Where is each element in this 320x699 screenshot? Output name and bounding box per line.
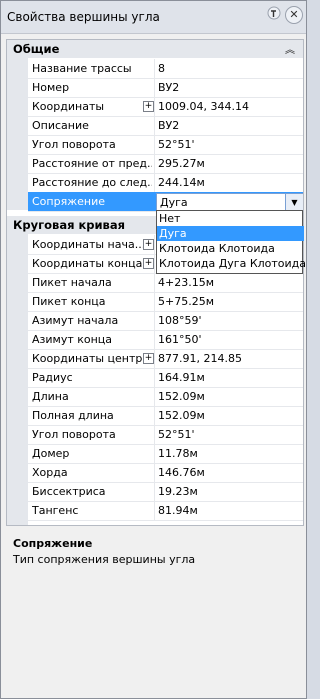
prop-value: 5+75.25м <box>158 295 215 308</box>
junction-dropdown-list: Нет Дуга Клотоида Клотоида Клотоида Дуга… <box>156 210 306 274</box>
prop-name: Хорда <box>32 466 68 479</box>
properties-panel: Свойства вершины угла ✕ Общие ︽ Название… <box>0 0 307 699</box>
prop-name: Радиус <box>32 371 73 384</box>
prop-name: Расстояние до след... <box>32 176 152 189</box>
prop-name: Координаты нача... <box>32 238 146 251</box>
dropdown-option-arc[interactable]: Дуга <box>157 226 304 241</box>
prop-value: 11.78м <box>158 447 198 460</box>
prop-value: 1009.04, 344.14 <box>158 100 249 113</box>
expand-plus-icon[interactable]: + <box>143 239 154 250</box>
dropdown-arrow-icon[interactable]: ▼ <box>285 194 303 211</box>
prop-name: Тангенс <box>32 504 79 517</box>
prop-row-turn-angle[interactable]: Угол поворота 52°51' <box>28 135 303 155</box>
prop-row-domer[interactable]: Домер 11.78м <box>28 444 303 464</box>
prop-name: Домер <box>32 447 70 460</box>
prop-value: 877.91, 214.85 <box>158 352 242 365</box>
prop-name: Азимут начала <box>32 314 119 327</box>
prop-name: Сопряжение <box>32 195 105 208</box>
dropdown-option-clothoid-arc-clothoid[interactable]: Клотоида Дуга Клотоида <box>157 256 306 271</box>
prop-value: 52°51' <box>158 138 195 151</box>
pin-icon[interactable] <box>267 6 281 20</box>
prop-row-dist-next[interactable]: Расстояние до след... 244.14м <box>28 173 303 193</box>
prop-name: Пикет начала <box>32 276 112 289</box>
prop-row-radius[interactable]: Радиус 164.91м <box>28 368 303 388</box>
prop-name: Угол поворота <box>32 428 116 441</box>
prop-row-end-station[interactable]: Пикет конца 5+75.25м <box>28 292 303 312</box>
prop-value: 108°59' <box>158 314 202 327</box>
junction-select-value: Дуга <box>160 196 188 209</box>
prop-value: 146.76м <box>158 466 205 479</box>
prop-value: ВУ2 <box>158 119 180 132</box>
prop-row-bisector[interactable]: Биссектриса 19.23м <box>28 482 303 502</box>
description-title: Сопряжение <box>13 537 93 550</box>
prop-row-number[interactable]: Номер ВУ2 <box>28 78 303 98</box>
prop-row-description[interactable]: Описание ВУ2 <box>28 116 303 136</box>
prop-value: ВУ2 <box>158 81 180 94</box>
description-text: Тип сопряжения вершины угла <box>13 553 196 566</box>
prop-row-route-name[interactable]: Название трассы 8 <box>28 59 303 79</box>
prop-value: 152.09м <box>158 390 205 403</box>
prop-row-junction[interactable]: Сопряжение Дуга ▼ <box>28 192 303 212</box>
category-curve-label: Круговая кривая <box>13 218 125 232</box>
prop-row-tangent[interactable]: Тангенс 81.94м <box>28 501 303 521</box>
prop-name: Описание <box>32 119 89 132</box>
prop-row-length[interactable]: Длина 152.09м <box>28 387 303 407</box>
category-general-label: Общие <box>13 42 60 56</box>
prop-value: 19.23м <box>158 485 198 498</box>
prop-row-start-station[interactable]: Пикет начала 4+23.15м <box>28 273 303 293</box>
prop-value: 81.94м <box>158 504 198 517</box>
prop-row-full-length[interactable]: Полная длина 152.09м <box>28 406 303 426</box>
prop-row-curve-turn-angle[interactable]: Угол поворота 52°51' <box>28 425 303 445</box>
curve-gutter <box>7 234 28 525</box>
prop-row-end-azimuth[interactable]: Азимут конца 161°50' <box>28 330 303 350</box>
prop-value: 8 <box>158 62 165 75</box>
prop-name: Координаты центра <box>32 352 150 365</box>
prop-value: 152.09м <box>158 409 205 422</box>
prop-row-chord[interactable]: Хорда 146.76м <box>28 463 303 483</box>
prop-row-dist-prev[interactable]: Расстояние от пред... 295.27м <box>28 154 303 174</box>
collapse-chevron-icon[interactable]: ︽ <box>285 41 295 56</box>
prop-name: Азимут конца <box>32 333 113 346</box>
prop-name: Длина <box>32 390 69 403</box>
dropdown-option-none[interactable]: Нет <box>157 211 304 226</box>
expand-plus-icon[interactable]: + <box>143 101 154 112</box>
prop-name: Координаты <box>32 100 105 113</box>
prop-value: 164.91м <box>158 371 205 384</box>
prop-value: 4+23.15м <box>158 276 215 289</box>
prop-name: Биссектриса <box>32 485 106 498</box>
general-gutter <box>7 58 28 210</box>
prop-name: Координаты конца <box>32 257 143 270</box>
prop-name: Номер <box>32 81 70 94</box>
expand-plus-icon[interactable]: + <box>143 353 154 364</box>
prop-name: Расстояние от пред... <box>32 157 152 170</box>
prop-value: 161°50' <box>158 333 202 346</box>
property-grid: Общие ︽ Название трассы 8 Номер ВУ2 Коор… <box>6 39 304 526</box>
description-pane: Сопряжение Тип сопряжения вершины угла <box>6 531 302 691</box>
prop-row-start-azimuth[interactable]: Азимут начала 108°59' <box>28 311 303 331</box>
prop-row-coordinates[interactable]: Координаты + 1009.04, 344.14 <box>28 97 303 117</box>
prop-name: Название трассы <box>32 62 132 75</box>
prop-name: Пикет конца <box>32 295 106 308</box>
title-bar: Свойства вершины угла ✕ <box>1 1 306 34</box>
expand-plus-icon[interactable]: + <box>143 258 154 269</box>
prop-value: 52°51' <box>158 428 195 441</box>
prop-name: Угол поворота <box>32 138 116 151</box>
close-icon[interactable]: ✕ <box>285 6 303 24</box>
dropdown-option-clothoid-clothoid[interactable]: Клотоида Клотоида <box>157 241 304 256</box>
category-general[interactable]: Общие ︽ <box>7 40 303 58</box>
prop-name: Полная длина <box>32 409 114 422</box>
window-title: Свойства вершины угла <box>7 10 160 24</box>
prop-value: 244.14м <box>158 176 205 189</box>
prop-value: 295.27м <box>158 157 205 170</box>
prop-row-center-coords[interactable]: Координаты центра + 877.91, 214.85 <box>28 349 303 369</box>
